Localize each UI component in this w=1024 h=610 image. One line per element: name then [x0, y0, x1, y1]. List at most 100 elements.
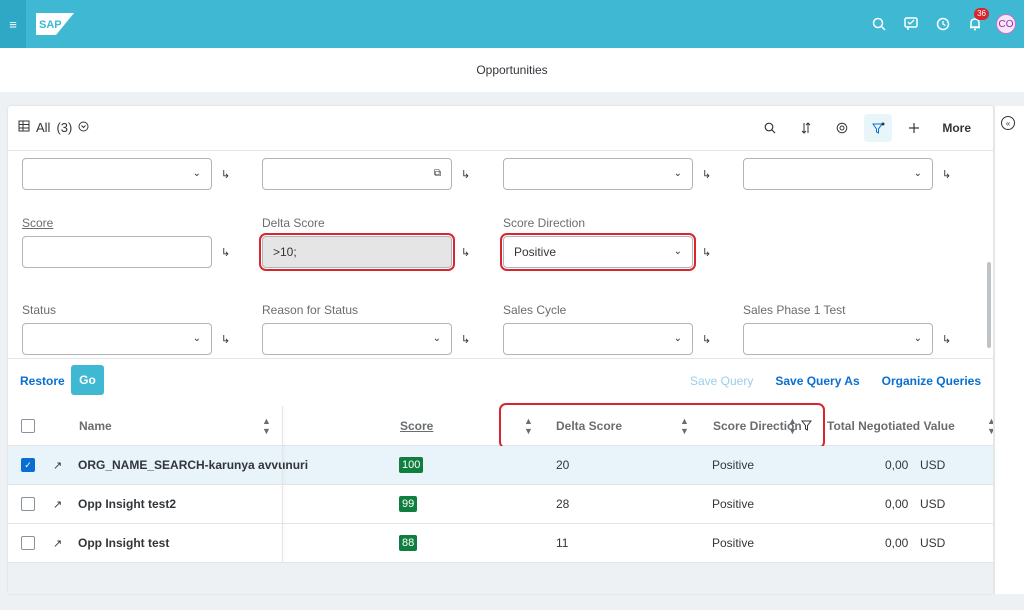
svg-text:SAP: SAP: [39, 19, 62, 31]
delta-score-label: Delta Score: [262, 216, 325, 230]
collapse-icon[interactable]: «: [1001, 116, 1015, 130]
sort-icon[interactable]: ▲ ▼: [788, 416, 797, 436]
total-value: 0,00: [885, 458, 909, 472]
group-icon[interactable]: [828, 114, 856, 142]
sort-icon[interactable]: ▲ ▼: [524, 416, 533, 436]
chevron-down-icon[interactable]: ⌄: [914, 168, 922, 179]
filter-field-4-input[interactable]: ⌄: [743, 158, 933, 190]
go-to-icon[interactable]: ↳: [221, 333, 230, 346]
chevron-down-icon[interactable]: ⌄: [674, 168, 682, 179]
row-checkbox[interactable]: [21, 536, 35, 550]
delta-score-input[interactable]: >10;: [259, 233, 455, 271]
add-icon[interactable]: [900, 114, 928, 142]
sales-phase-select[interactable]: ⌄: [743, 323, 933, 355]
sort-icon[interactable]: ▲ ▼: [680, 416, 689, 436]
score-badge: 99: [399, 496, 418, 512]
organize-queries-button[interactable]: Organize Queries: [882, 374, 981, 388]
chevron-down-icon[interactable]: ⌄: [674, 333, 682, 344]
feedback-icon[interactable]: [900, 13, 922, 35]
go-to-icon[interactable]: ↳: [942, 333, 951, 346]
row-checkbox[interactable]: ✓: [21, 458, 35, 472]
score-direction-select[interactable]: Positive ⌄: [500, 233, 696, 271]
score-direction-value: Positive: [712, 458, 755, 472]
go-to-icon[interactable]: ↳: [461, 333, 470, 346]
more-button[interactable]: More: [936, 121, 977, 135]
table-empty-area: [8, 563, 993, 594]
sort-icon[interactable]: ▲ ▼: [987, 416, 993, 436]
chevron-down-icon[interactable]: ⌄: [674, 246, 682, 257]
go-to-icon[interactable]: ↳: [461, 246, 470, 259]
select-all-checkbox[interactable]: [21, 418, 35, 433]
filter-icon[interactable]: [864, 114, 893, 142]
go-button[interactable]: Go: [71, 365, 104, 395]
avatar[interactable]: CO: [996, 14, 1016, 34]
go-to-icon[interactable]: ↳: [702, 246, 711, 259]
currency: USD: [920, 497, 946, 511]
filter-field-1-input[interactable]: ⌄: [22, 158, 212, 190]
table-header: Name ▲ ▼ Score ▲ ▼ Delta Score ▲ ▼ Score Di…: [8, 403, 993, 449]
delta-score-value: 11: [556, 536, 569, 550]
go-to-icon[interactable]: ↳: [942, 168, 951, 181]
table-row[interactable]: ↗ Opp Insight test2 99 28 Positive 0,00 …: [8, 485, 993, 524]
open-link-icon[interactable]: ↗: [53, 524, 62, 562]
sales-cycle-select[interactable]: ⌄: [503, 323, 693, 355]
status-select[interactable]: ⌄: [22, 323, 212, 355]
column-name[interactable]: Name: [79, 406, 112, 445]
open-link-icon[interactable]: ↗: [53, 446, 62, 484]
column-delta-score[interactable]: Delta Score: [556, 406, 622, 445]
go-to-icon[interactable]: ↳: [461, 168, 470, 181]
go-to-icon[interactable]: ↳: [702, 168, 711, 181]
frozen-column-divider: [282, 406, 283, 563]
go-to-icon[interactable]: ↳: [221, 246, 230, 259]
view-selector[interactable]: All (3): [18, 120, 89, 135]
status-label: Status: [22, 303, 57, 317]
table-row[interactable]: ✓ ↗ ORG_NAME_SEARCH-karunya avvunuri 100…: [8, 446, 993, 485]
opportunity-name[interactable]: ORG_NAME_SEARCH-karunya avvunuri: [78, 446, 308, 484]
opportunity-name[interactable]: Opp Insight test: [78, 524, 169, 562]
sales-cycle-label: Sales Cycle: [503, 303, 567, 317]
table-row[interactable]: ↗ Opp Insight test 88 11 Positive 0,00 U…: [8, 524, 993, 563]
score-input[interactable]: [22, 236, 212, 268]
score-direction-value: Positive: [712, 497, 755, 511]
score-badge: 100: [399, 457, 424, 473]
total-value: 0,00: [885, 497, 909, 511]
column-score[interactable]: Score: [400, 406, 433, 445]
restore-button[interactable]: Restore: [20, 374, 65, 388]
chevron-down-icon[interactable]: ⌄: [193, 168, 201, 179]
chevron-down-icon[interactable]: ⌄: [433, 333, 441, 344]
history-icon[interactable]: [932, 13, 954, 35]
table-toolbar: All (3) More: [8, 106, 993, 151]
filter-field-3-input[interactable]: ⌄: [503, 158, 693, 190]
currency: USD: [920, 536, 946, 550]
sort-icon[interactable]: ▲ ▼: [262, 416, 271, 436]
notification-badge: 36: [974, 8, 989, 20]
menu-icon[interactable]: ≡: [0, 0, 26, 48]
filter-scrollbar[interactable]: [987, 262, 991, 348]
filter-icon[interactable]: [801, 406, 812, 445]
score-direction-value: Positive: [514, 245, 557, 259]
chevron-down-icon[interactable]: ⌄: [914, 333, 922, 344]
sap-logo[interactable]: SAP: [36, 13, 74, 35]
reason-for-status-select[interactable]: ⌄: [262, 323, 452, 355]
open-link-icon[interactable]: ↗: [53, 485, 62, 523]
total-value: 0,00: [885, 536, 909, 550]
column-total-negotiated-value[interactable]: Total Negotiated Value: [827, 406, 955, 445]
table-view-icon: [18, 120, 30, 135]
notifications-icon[interactable]: 36: [964, 8, 989, 35]
value-help-icon[interactable]: ⧉: [434, 168, 441, 179]
go-to-icon[interactable]: ↳: [221, 168, 230, 181]
save-query-as-button[interactable]: Save Query As: [775, 374, 859, 388]
go-to-icon[interactable]: ↳: [702, 333, 711, 346]
save-query-button[interactable]: Save Query: [690, 374, 753, 388]
page-title: Opportunities: [476, 63, 548, 77]
chevron-down-icon[interactable]: [78, 120, 89, 135]
filter-field-2-input[interactable]: ⧉: [262, 158, 452, 190]
row-checkbox[interactable]: [21, 497, 35, 511]
sales-phase-label: Sales Phase 1 Test: [743, 303, 846, 317]
opportunity-name[interactable]: Opp Insight test2: [78, 485, 176, 523]
chevron-down-icon[interactable]: ⌄: [193, 333, 201, 344]
search-icon[interactable]: [868, 13, 890, 35]
sort-icon[interactable]: [792, 114, 820, 142]
search-icon[interactable]: [756, 114, 784, 142]
score-direction-label: Score Direction: [503, 216, 586, 230]
